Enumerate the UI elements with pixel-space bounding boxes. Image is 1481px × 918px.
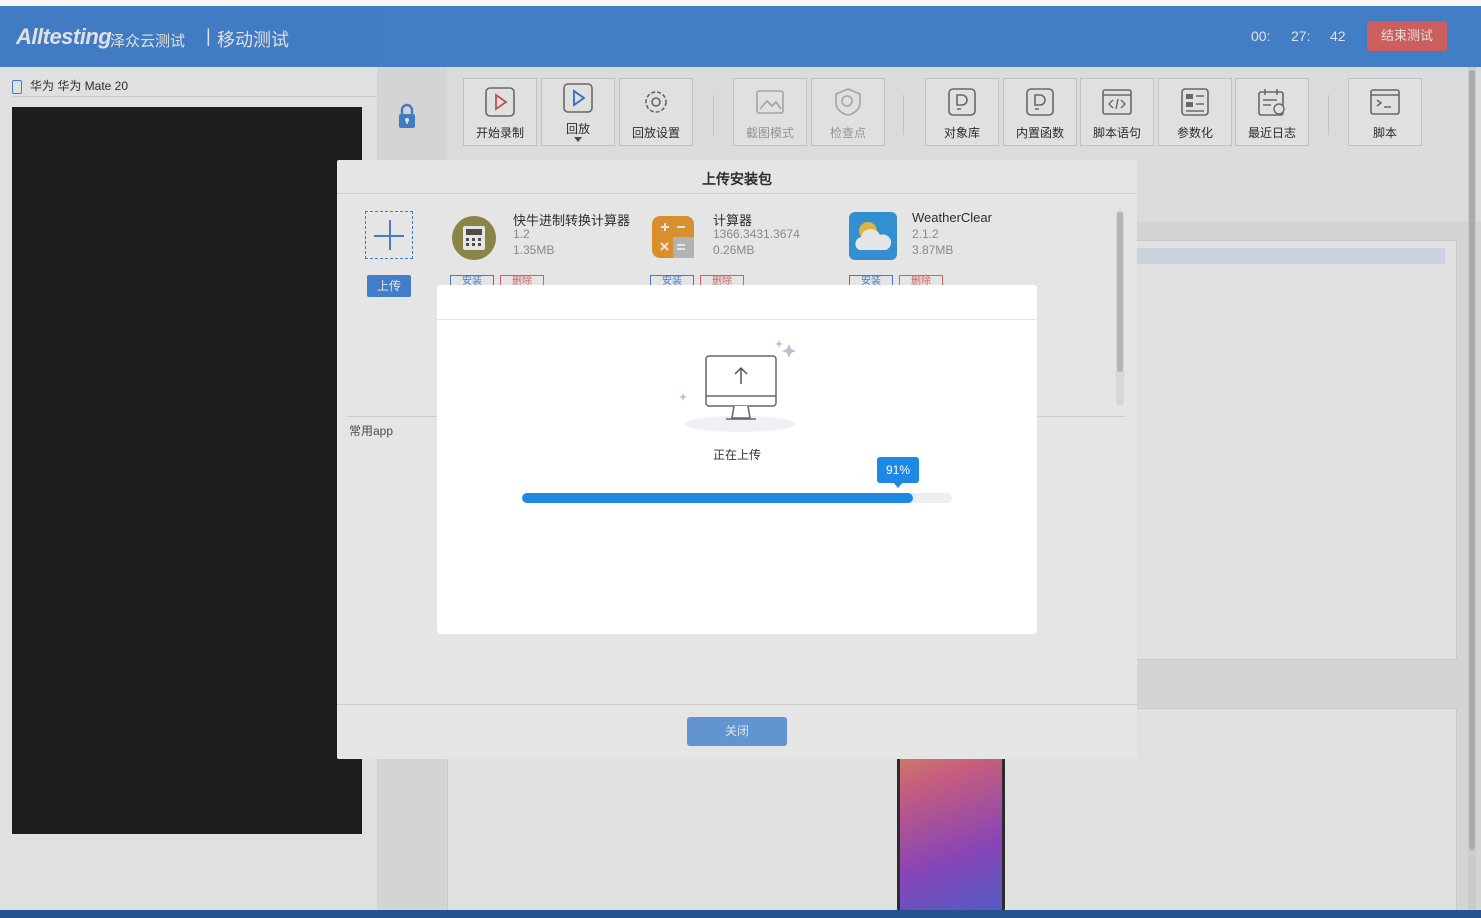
- modal-header: [437, 285, 1037, 320]
- upload-monitor-icon: [679, 340, 796, 432]
- upload-status: 正在上传: [713, 448, 762, 462]
- progress-tooltip-arrow: [893, 482, 903, 488]
- progress-tooltip: 91%: [877, 457, 919, 483]
- progress-bar-fill: [522, 493, 913, 503]
